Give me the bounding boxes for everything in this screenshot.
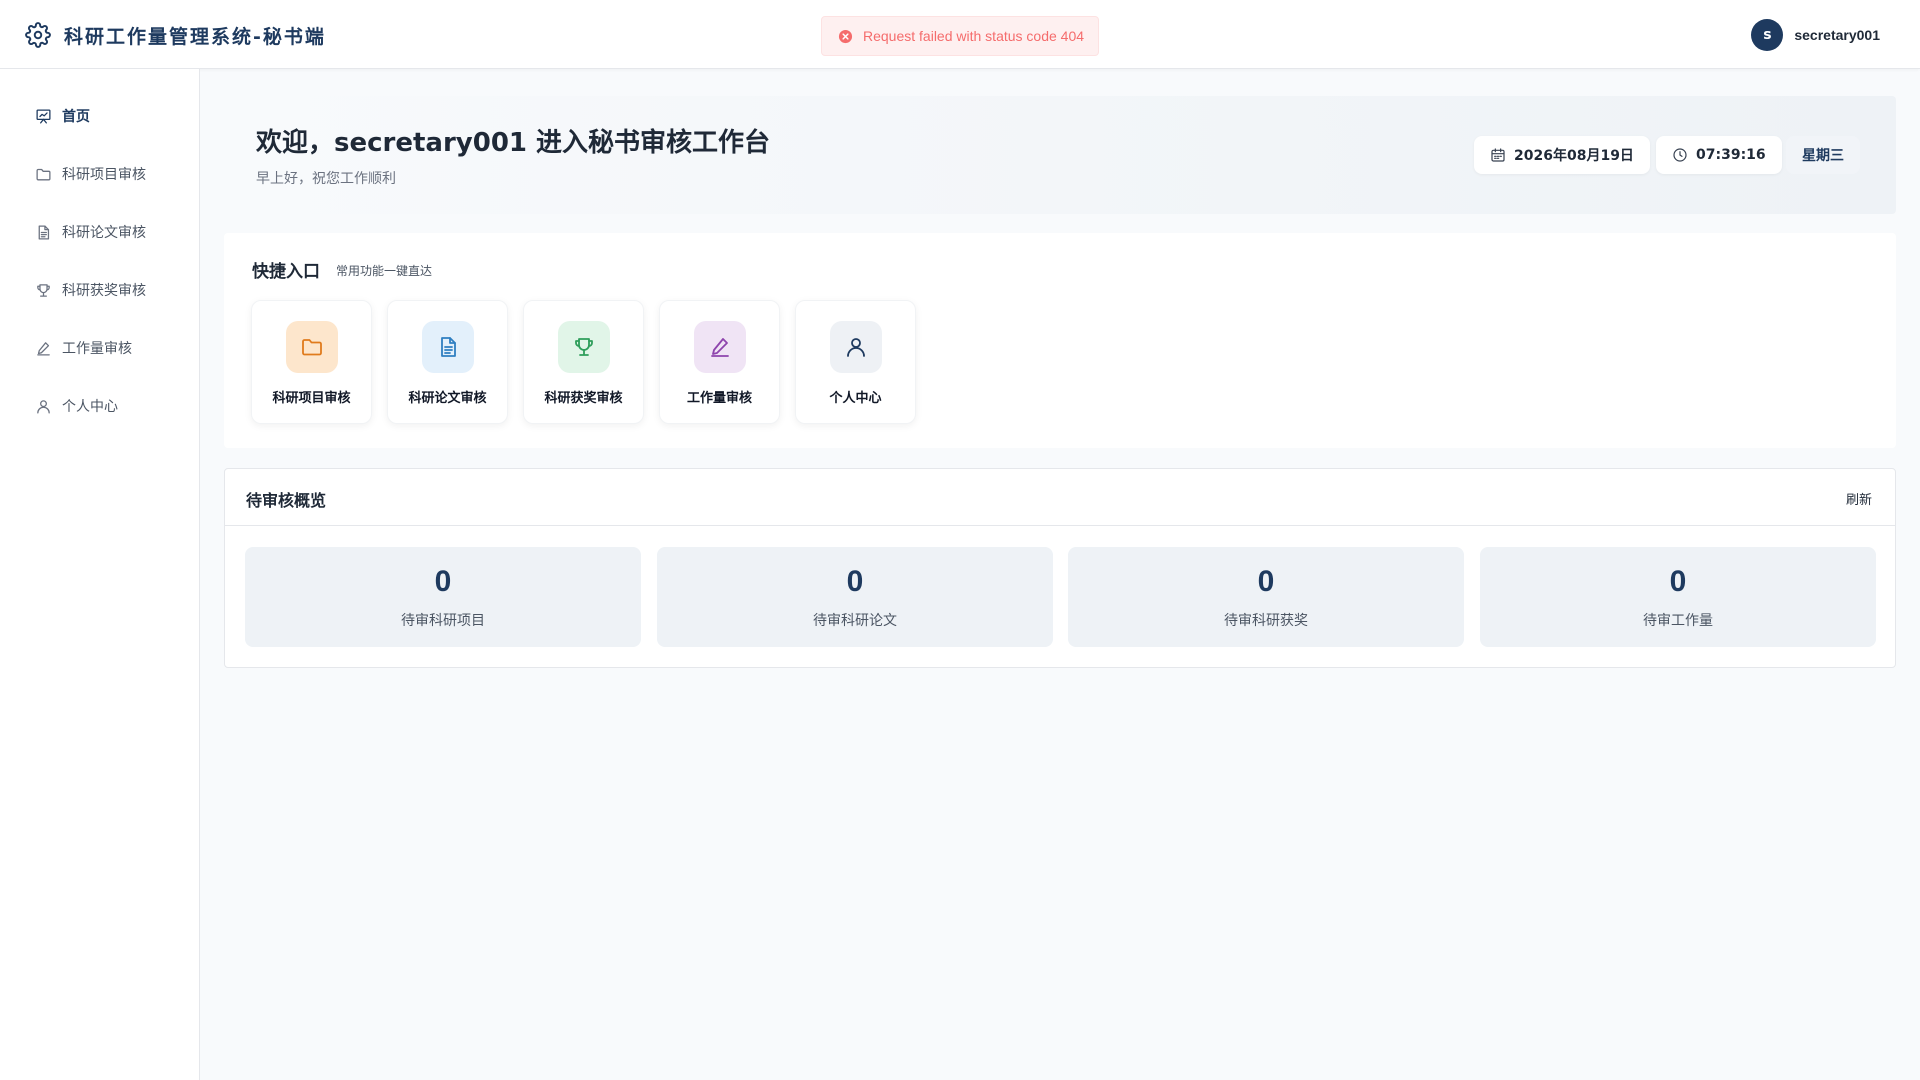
sidebar-item-label: 科研项目审核: [62, 167, 146, 183]
sidebar-item-label: 工作量审核: [62, 341, 132, 357]
pending-overview-panel: 待审核概览 刷新 0 待审科研项目 0 待审科研论文 0 待审科研获奖 0 待审…: [224, 468, 1896, 668]
folder-icon: [36, 168, 51, 180]
pencil-icon: [37, 341, 50, 356]
sidebar-item-profile[interactable]: 个人中心: [35, 395, 118, 417]
error-toast: Request failed with status code 404: [821, 16, 1099, 56]
username[interactable]: secretary001: [1794, 27, 1880, 43]
sidebar-item-home[interactable]: 首页: [35, 105, 90, 127]
brand[interactable]: 科研工作量管理系统-秘书端: [25, 20, 326, 50]
current-weekday: 星期三: [1802, 148, 1844, 164]
time-chip: 07:39:16: [1656, 136, 1782, 174]
stat-label: 待审科研论文: [813, 613, 897, 629]
stat-card-workload[interactable]: 0 待审工作量: [1480, 547, 1876, 647]
quick-icon-bg: [830, 321, 882, 373]
pending-title: 待审核概览: [246, 491, 327, 510]
document-icon: [38, 224, 50, 240]
stat-value: 0: [846, 565, 864, 598]
quick-access-title: 快捷入口: [252, 262, 320, 282]
quick-icon-bg: [558, 321, 610, 373]
stat-value: 0: [1669, 565, 1687, 598]
quick-label: 科研论文审核: [408, 391, 487, 406]
calendar-icon: [1491, 148, 1505, 162]
avatar[interactable]: s: [1751, 19, 1784, 51]
quick-access-subtitle: 常用功能一键直达: [336, 264, 433, 278]
toast-message: Request failed with status code 404: [863, 28, 1085, 44]
document-icon: [441, 337, 456, 357]
current-date: 2026年08月19日: [1514, 148, 1634, 164]
stat-label: 待审科研获奖: [1224, 613, 1308, 629]
quick-award-review[interactable]: 科研获奖审核: [523, 300, 644, 424]
sidebar: 首页 科研项目审核 科研论文审核 科研获奖审核 工作量审核 个人中心: [0, 69, 200, 1080]
error-circle-icon: [838, 29, 853, 43]
gear-icon: [25, 22, 51, 48]
quick-label: 科研获奖审核: [544, 391, 623, 406]
quick-workload-review[interactable]: 工作量审核: [659, 300, 780, 424]
sidebar-item-label: 个人中心: [62, 399, 118, 415]
date-chip: 2026年08月19日: [1474, 136, 1650, 174]
quick-icon-bg: [422, 321, 474, 373]
app-title: 科研工作量管理系统-秘书端: [64, 25, 326, 48]
sidebar-item-paper-review[interactable]: 科研论文审核: [35, 221, 146, 243]
quick-paper-review[interactable]: 科研论文审核: [387, 300, 508, 424]
current-time: 07:39:16: [1696, 147, 1766, 163]
clock-icon: [1673, 148, 1687, 162]
trophy-icon: [37, 283, 50, 297]
user-menu[interactable]: s secretary001: [1751, 19, 1880, 51]
sidebar-item-label: 科研获奖审核: [62, 283, 146, 299]
stat-value: 0: [434, 565, 452, 598]
user-icon: [847, 338, 865, 357]
refresh-button[interactable]: 刷新: [1846, 489, 1872, 508]
top-header: 科研工作量管理系统-秘书端 Request failed with status…: [0, 0, 1920, 69]
quick-label: 个人中心: [829, 391, 882, 406]
user-icon: [37, 399, 50, 414]
stat-label: 待审科研项目: [401, 613, 485, 629]
quick-project-review[interactable]: 科研项目审核: [251, 300, 372, 424]
sidebar-item-workload-review[interactable]: 工作量审核: [35, 337, 132, 359]
quick-icon-bg: [694, 321, 746, 373]
trophy-icon: [575, 338, 593, 356]
quick-label: 工作量审核: [686, 391, 752, 406]
pending-header: 待审核概览 刷新: [225, 469, 1895, 526]
welcome-subtitle: 早上好，祝您工作顺利: [256, 171, 396, 187]
welcome-title: 欢迎，secretary001 进入秘书审核工作台: [256, 128, 771, 158]
stat-label: 待审工作量: [1643, 613, 1713, 629]
quick-profile[interactable]: 个人中心: [795, 300, 916, 424]
welcome-banner: 欢迎，secretary001 进入秘书审核工作台 早上好，祝您工作顺利 202…: [224, 96, 1896, 214]
pencil-icon: [711, 338, 729, 357]
quick-label: 科研项目审核: [272, 391, 351, 406]
chart-board-icon: [36, 108, 51, 124]
sidebar-item-project-review[interactable]: 科研项目审核: [35, 163, 146, 185]
quick-access-panel: 快捷入口 常用功能一键直达 科研项目审核 科研论文审核 科研获奖审核 工作量审核…: [224, 233, 1896, 448]
sidebar-item-label: 科研论文审核: [62, 225, 146, 241]
stat-card-papers[interactable]: 0 待审科研论文: [657, 547, 1053, 647]
sidebar-item-label: 首页: [62, 109, 90, 125]
quick-icon-bg: [286, 321, 338, 373]
weekday-chip: 星期三: [1786, 136, 1860, 174]
stat-value: 0: [1257, 565, 1275, 598]
folder-icon: [302, 339, 322, 356]
stat-card-awards[interactable]: 0 待审科研获奖: [1068, 547, 1464, 647]
sidebar-item-award-review[interactable]: 科研获奖审核: [35, 279, 146, 301]
stat-card-projects[interactable]: 0 待审科研项目: [245, 547, 641, 647]
